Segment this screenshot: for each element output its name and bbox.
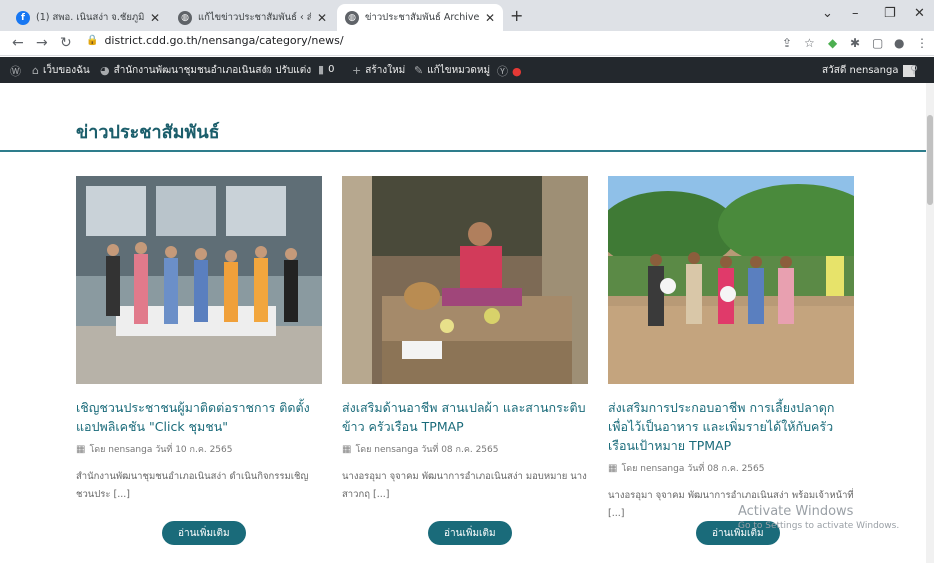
- browser-toolbar: ← → ↻ 🔒 district.cdd.go.th/nensanga/cate…: [0, 31, 934, 56]
- tab-news-archives[interactable]: ◍ ข่าวประชาสัมพันธ์ Archives - สำนัก ✕: [337, 4, 503, 31]
- forward-button[interactable]: →: [36, 35, 48, 51]
- post-thumbnail-image[interactable]: [76, 176, 322, 384]
- calendar-icon: ▦: [608, 462, 618, 474]
- url-text: district.cdd.go.th/nensanga/category/new…: [104, 34, 344, 47]
- tab-facebook[interactable]: f (1) สพอ. เนินสง่า จ.ชัยภูมิ | Faceboo …: [8, 4, 168, 31]
- page-title: ข่าวประชาสัมพันธ์: [76, 122, 220, 143]
- profile-icon[interactable]: ●: [894, 36, 904, 50]
- lock-icon: 🔒: [86, 35, 99, 46]
- read-more-button[interactable]: อ่านเพิ่มเติม: [162, 521, 246, 545]
- heading-divider: [0, 150, 926, 152]
- watermark-title: Activate Windows: [738, 504, 854, 519]
- new-tab-button[interactable]: +: [510, 6, 523, 25]
- post-excerpt: นางอรอุมา จุจาคม พัฒนาการอำเภอเนินสง่า ม…: [342, 471, 587, 500]
- home-icon: ⌂: [32, 64, 39, 77]
- post-meta: ▦ โดย nensanga วันที่ 08 ก.ค. 2565: [342, 443, 499, 456]
- menu-icon[interactable]: ⋮: [916, 36, 928, 50]
- globe-icon: ◍: [178, 10, 192, 25]
- reload-button[interactable]: ↻: [60, 35, 72, 51]
- customize-link[interactable]: ✎ ปรับแต่ง: [262, 63, 311, 78]
- calendar-icon: ▦: [342, 443, 352, 455]
- watermark-subtitle: Go to Settings to activate Windows.: [738, 521, 900, 531]
- my-account-menu[interactable]: สวัสดี nensanga: [822, 63, 916, 78]
- globe-icon: ◍: [345, 10, 359, 25]
- tab-title: แก้ไขข่าวประชาสัมพันธ์ ‹ สำนักงานพั: [198, 12, 311, 23]
- new-content-menu[interactable]: + สร้างใหม่: [352, 63, 405, 78]
- dashboard-icon: ◕: [100, 64, 110, 77]
- seo-icon[interactable]: Ⓨ ●: [497, 63, 522, 79]
- bookmark-star-icon[interactable]: ☆: [804, 36, 815, 50]
- address-bar[interactable]: 🔒 district.cdd.go.th/nensanga/category/n…: [86, 34, 344, 47]
- close-tab-icon[interactable]: ✕: [150, 11, 160, 25]
- page-content: ข่าวประชาสัมพันธ์ เชิญชวนประชาชนผู้มาติด…: [0, 83, 926, 563]
- pencil-icon: ✎: [414, 64, 424, 77]
- search-icon[interactable]: ⚲: [910, 63, 922, 76]
- plus-icon: +: [352, 64, 362, 77]
- extensions-puzzle-icon[interactable]: ✱: [850, 36, 860, 50]
- my-sites-menu[interactable]: ⌂ เว็บของฉัน: [32, 63, 90, 78]
- brush-icon: ✎: [262, 64, 272, 77]
- post-title-link[interactable]: ส่งเสริมด้านอาชีพ สานเปลผ้า และสานกระติบ…: [342, 398, 588, 436]
- close-window-button[interactable]: ✕: [914, 6, 925, 21]
- wordpress-logo-icon[interactable]: Ⓦ: [10, 63, 25, 79]
- wp-admin-bar: Ⓦ ⌂ เว็บของฉัน ◕ สำนักงานพัฒนาชุมชนอำเภอเน…: [0, 57, 934, 83]
- facebook-icon: f: [16, 10, 30, 25]
- site-name-menu[interactable]: ◕ สำนักงานพัฒนาชุมชนอำเภอเนินสง่า: [100, 63, 272, 78]
- post-card: ส่งเสริมด้านอาชีพ สานเปลผ้า และสานกระติบ…: [342, 176, 588, 504]
- tab-title: (1) สพอ. เนินสง่า จ.ชัยภูมิ | Faceboo: [36, 12, 144, 23]
- extension-icon[interactable]: ◆: [828, 36, 837, 50]
- post-meta: ▦ โดย nensanga วันที่ 08 ก.ค. 2565: [608, 462, 765, 475]
- close-tab-icon[interactable]: ✕: [485, 11, 495, 25]
- windows-activation-watermark: Activate Windows Go to Settings to activ…: [738, 504, 899, 531]
- post-card: เชิญชวนประชาชนผู้มาติดต่อราชการ ติดตั้งแ…: [76, 176, 322, 504]
- tab-search-icon[interactable]: ⌄: [822, 6, 833, 21]
- close-tab-icon[interactable]: ✕: [317, 11, 327, 25]
- post-thumbnail-image[interactable]: [342, 176, 588, 384]
- post-card: ส่งเสริมการประกอบอาชีพ การเลี้ยงปลาดุกเพ…: [608, 176, 854, 523]
- share-icon[interactable]: ⇪: [782, 36, 792, 50]
- post-meta: ▦ โดย nensanga วันที่ 10 ก.ค. 2565: [76, 443, 233, 456]
- browser-tab-strip: f (1) สพอ. เนินสง่า จ.ชัยภูมิ | Faceboo …: [0, 0, 934, 31]
- post-title-link[interactable]: ส่งเสริมการประกอบอาชีพ การเลี้ยงปลาดุกเพ…: [608, 398, 854, 455]
- read-more-button[interactable]: อ่านเพิ่มเติม: [428, 521, 512, 545]
- tab-title: ข่าวประชาสัมพันธ์ Archives - สำนัก: [365, 12, 479, 23]
- tab-edit-news[interactable]: ◍ แก้ไขข่าวประชาสัมพันธ์ ‹ สำนักงานพั ✕: [170, 4, 335, 31]
- post-excerpt: สำนักงานพัฒนาชุมชนอำเภอเนินสง่า ดำเนินกิ…: [76, 471, 309, 500]
- seo-status-dot: ●: [512, 64, 522, 78]
- minimize-button[interactable]: –: [852, 6, 859, 21]
- scrollbar-thumb[interactable]: [927, 115, 933, 205]
- edit-category-link[interactable]: ✎ แก้ไขหมวดหมู่: [414, 63, 490, 78]
- calendar-icon: ▦: [76, 443, 86, 455]
- post-title-link[interactable]: เชิญชวนประชาชนผู้มาติดต่อราชการ ติดตั้งแ…: [76, 398, 322, 436]
- back-button[interactable]: ←: [12, 35, 24, 51]
- restore-button[interactable]: ❐: [884, 6, 896, 21]
- comments-link[interactable]: ▮ 0: [318, 63, 334, 76]
- post-thumbnail-image[interactable]: [608, 176, 854, 384]
- sidepanel-icon[interactable]: ▢: [872, 36, 883, 50]
- comment-icon: ▮: [318, 63, 325, 76]
